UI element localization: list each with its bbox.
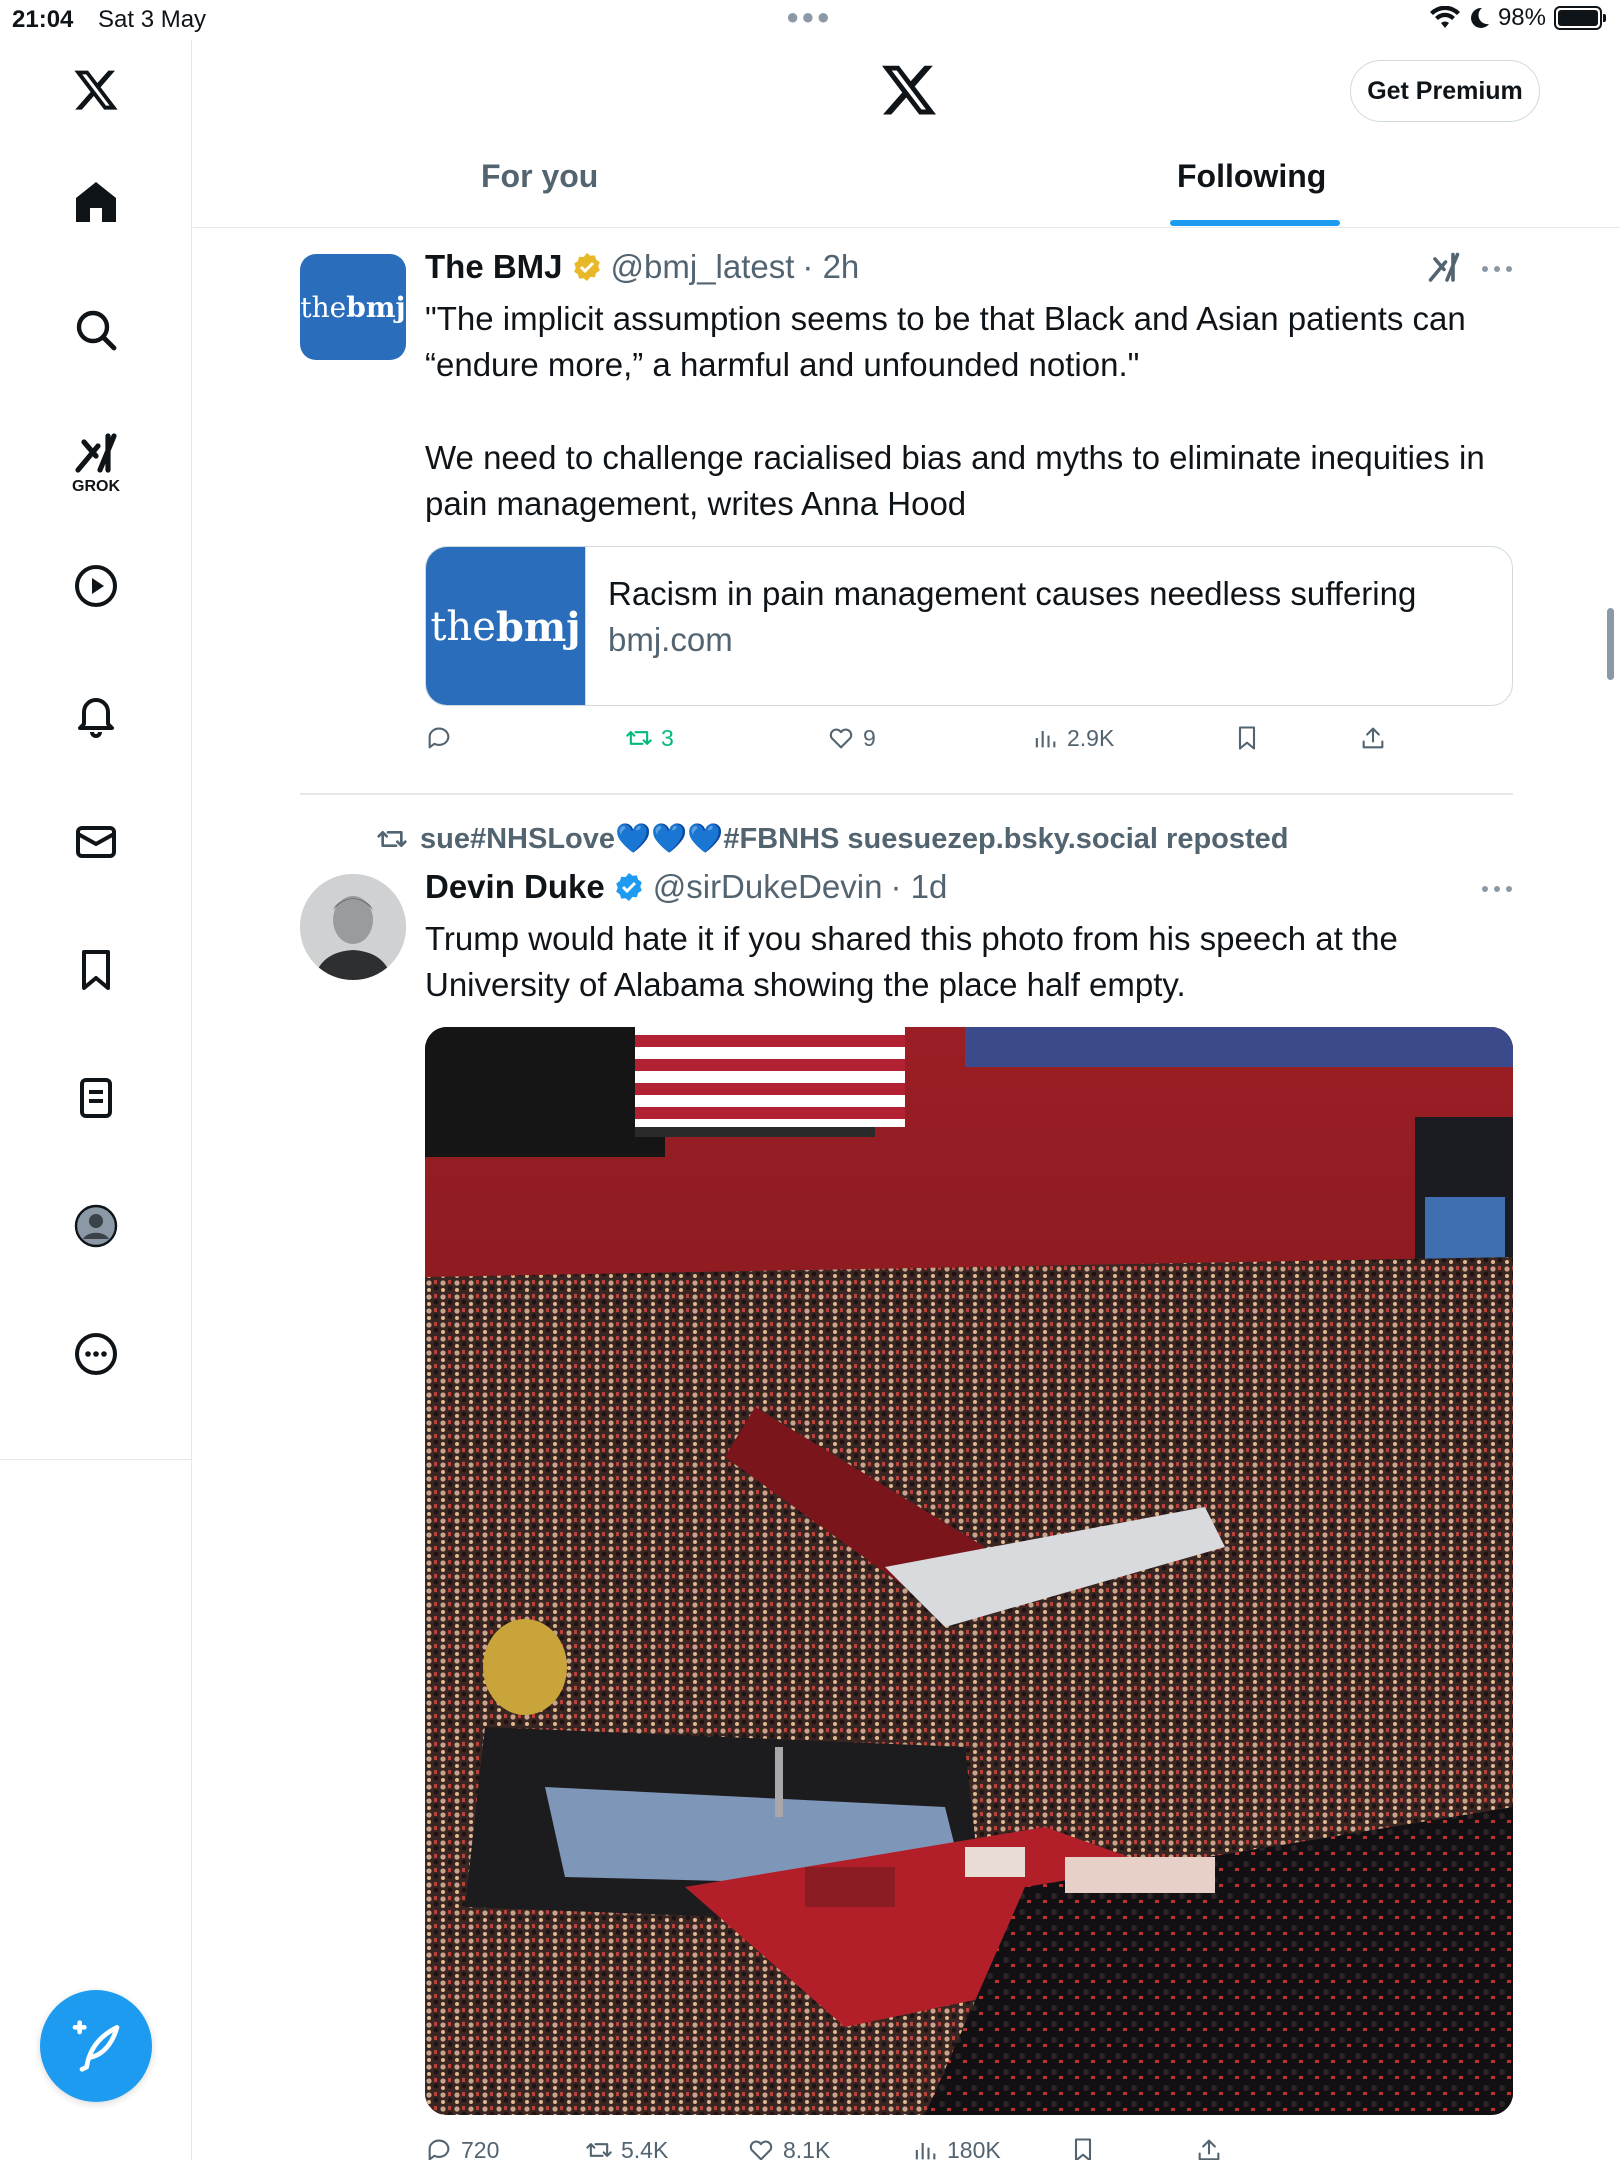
x-logo-icon[interactable]	[66, 60, 126, 120]
thumbnail-text-the: the	[430, 604, 496, 650]
tweet-header: Devin Duke @sirDukeDevin · 1d	[425, 868, 947, 906]
avatar-text-bmj: bmj	[346, 290, 406, 324]
repost-count: 3	[661, 724, 674, 751]
active-tab-indicator	[1170, 220, 1340, 226]
reply-icon	[428, 727, 450, 749]
compose-icon	[72, 2020, 120, 2072]
more-icon[interactable]	[1477, 259, 1517, 279]
status-bar: 21:04 Sat 3 May ●●● 98%	[0, 0, 1620, 40]
views-count: 180K	[947, 2136, 1001, 2160]
reply-button[interactable]: 720	[425, 2136, 499, 2160]
grok-icon[interactable]	[1426, 250, 1462, 286]
tweet-actions: 3 9 2.9K	[425, 724, 1465, 760]
avatar[interactable]: the bmj	[300, 254, 406, 360]
search-icon[interactable]	[66, 300, 126, 360]
avatar[interactable]	[300, 874, 406, 980]
link-card-title: Racism in pain management causes needles…	[608, 575, 1417, 612]
tab-for-you[interactable]: For you	[481, 158, 598, 195]
reposted-by-text: sue#NHSLove💙💙💙#FBNHS suesuezep.bsky.soci…	[420, 823, 1289, 855]
battery-percent: 98%	[1497, 4, 1546, 31]
share-button[interactable]	[1359, 724, 1387, 752]
status-date: Sat 3 May	[98, 6, 207, 33]
like-count: 8.1K	[783, 2136, 831, 2160]
reposted-by[interactable]: sue#NHSLove💙💙💙#FBNHS suesuezep.bsky.soci…	[376, 822, 1289, 856]
mail-icon[interactable]	[66, 812, 126, 872]
bookmark-button[interactable]	[1069, 2136, 1097, 2160]
timeline-header: Get Premium For you Following	[193, 40, 1620, 228]
repost-icon	[626, 731, 652, 745]
status-time: 21:04	[12, 6, 74, 33]
reply-button[interactable]	[425, 724, 461, 752]
bookmark-icon	[1238, 726, 1256, 750]
repost-button[interactable]: 5.4K	[585, 2136, 668, 2160]
heart-icon	[829, 728, 853, 749]
get-premium-button[interactable]: Get Premium	[1350, 60, 1540, 122]
tweet-divider	[300, 793, 1513, 795]
author-handle[interactable]: @sirDukeDevin	[653, 868, 883, 906]
link-card-domain: bmj.com	[608, 621, 733, 658]
tweet-header: The BMJ @bmj_latest · 2h	[425, 248, 859, 286]
moon-icon	[1470, 7, 1489, 28]
grok-label: GROK	[72, 478, 120, 495]
battery-icon	[1554, 6, 1606, 30]
tweet-photo[interactable]	[425, 1027, 1513, 2115]
list-icon[interactable]	[66, 1068, 126, 1128]
more-icon[interactable]	[1477, 879, 1517, 899]
share-button[interactable]	[1195, 2136, 1223, 2160]
repost-icon	[377, 831, 407, 847]
more-options-icon[interactable]	[66, 1324, 126, 1384]
link-card-thumbnail: the bmj	[426, 547, 586, 705]
verified-gold-icon[interactable]	[571, 251, 603, 283]
reply-icon	[428, 2139, 450, 2160]
tweet-time[interactable]: · 2h	[802, 248, 859, 286]
tab-following[interactable]: Following	[1177, 158, 1326, 195]
home-icon[interactable]	[66, 172, 126, 232]
tweet-text: Trump would hate it if you shared this p…	[425, 920, 1398, 1003]
repost-count: 5.4K	[621, 2136, 669, 2160]
grok-icon[interactable]	[66, 424, 126, 484]
profile-icon[interactable]	[66, 1196, 126, 1256]
sidebar: GROK	[0, 40, 192, 2160]
multitasking-dots-icon[interactable]: ●●●	[786, 4, 832, 30]
author-name[interactable]: The BMJ	[425, 248, 563, 286]
like-count: 9	[863, 724, 876, 751]
like-button[interactable]: 8.1K	[747, 2136, 830, 2160]
bell-icon[interactable]	[66, 684, 126, 744]
arena-photo	[425, 1027, 1513, 2115]
repost-button[interactable]: 3	[625, 724, 674, 752]
tweet-text: "The implicit assumption seems to be tha…	[425, 300, 1466, 383]
author-name[interactable]: Devin Duke	[425, 868, 605, 906]
author-handle[interactable]: @bmj_latest	[611, 248, 795, 286]
reply-count: 720	[461, 2136, 500, 2160]
repost-icon	[586, 2143, 612, 2157]
views-button[interactable]: 180K	[911, 2136, 1001, 2160]
wifi-icon	[1429, 6, 1460, 28]
tweet-text-paragraph-2: We need to challenge racialised bias and…	[425, 439, 1485, 522]
share-icon	[1362, 727, 1384, 749]
bookmark-button[interactable]	[1233, 724, 1261, 752]
scrollbar[interactable]	[1607, 608, 1614, 680]
share-icon	[1198, 2139, 1220, 2160]
link-card[interactable]: the bmj Racism in pain management causes …	[425, 546, 1513, 706]
bookmark-icon[interactable]	[66, 940, 126, 1000]
views-button[interactable]: 2.9K	[1031, 724, 1114, 752]
bookmark-icon	[1074, 2138, 1092, 2160]
views-icon	[1035, 731, 1056, 748]
status-indicators: 98%	[1429, 4, 1606, 32]
sidebar-divider	[0, 1459, 192, 1460]
heart-icon	[749, 2140, 773, 2160]
tweet-time[interactable]: · 1d	[890, 868, 947, 906]
avatar-text-the: the	[300, 290, 347, 324]
views-icon	[915, 2143, 936, 2160]
play-icon[interactable]	[66, 556, 126, 616]
compose-button[interactable]	[40, 1990, 152, 2102]
thumbnail-text-bmj: bmj	[495, 603, 581, 651]
like-button[interactable]: 9	[827, 724, 876, 752]
views-count: 2.9K	[1067, 724, 1115, 751]
verified-blue-icon[interactable]	[613, 871, 645, 903]
tweet-actions: 720 5.4K 8.1K 180K	[425, 2136, 1465, 2160]
x-logo-icon[interactable]	[879, 60, 939, 120]
